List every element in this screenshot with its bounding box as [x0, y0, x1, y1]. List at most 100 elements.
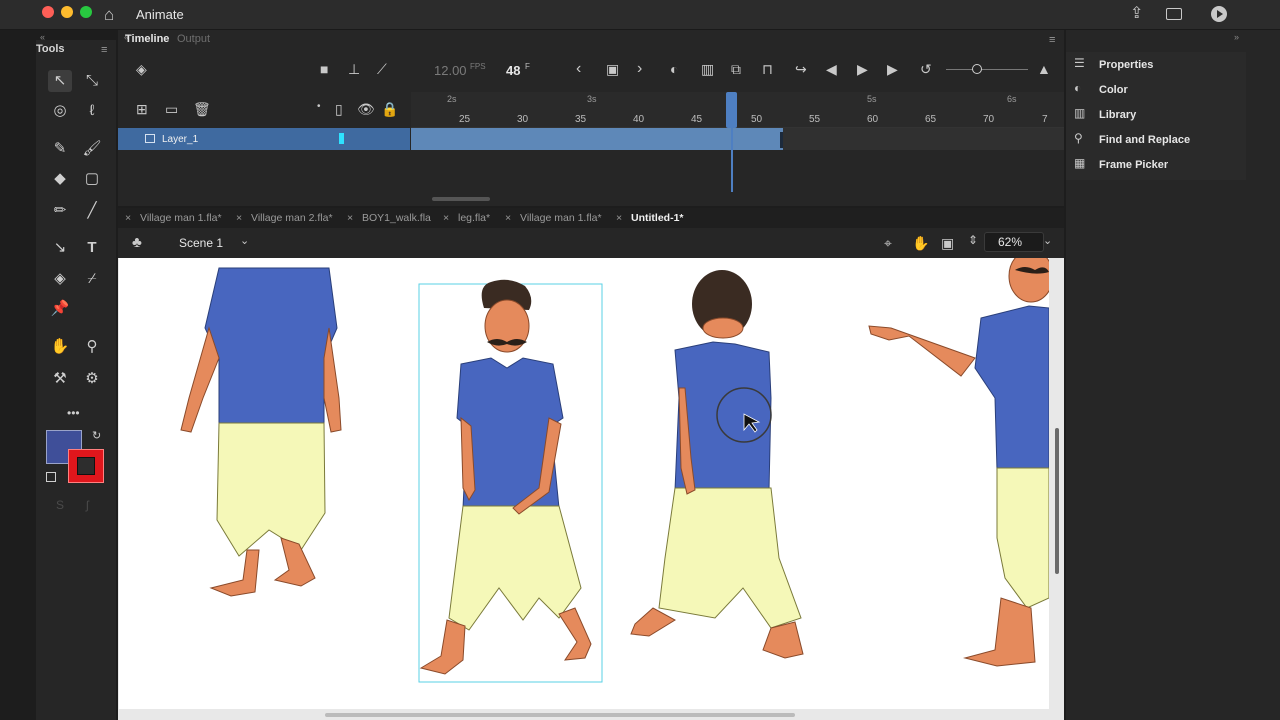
- timeline-menu-icon[interactable]: ≡: [1049, 34, 1055, 46]
- doc-tab[interactable]: Village man 2.fla*: [251, 212, 333, 224]
- current-frame[interactable]: 48: [506, 63, 520, 78]
- frame-zoom-slider[interactable]: [946, 69, 1028, 70]
- eraser-tool-icon[interactable]: ◆: [48, 168, 72, 190]
- eyedropper-tool-icon[interactable]: ⌿: [80, 268, 104, 290]
- more-tools-button[interactable]: •••: [67, 406, 80, 420]
- find-replace-panel-button[interactable]: Find and Replace: [1099, 134, 1190, 146]
- library-panel-button[interactable]: Library: [1099, 109, 1136, 121]
- stage[interactable]: [119, 258, 1049, 709]
- selection-tool-icon[interactable]: ↖: [48, 70, 72, 92]
- free-transform-tool-icon[interactable]: ⤡: [80, 70, 104, 92]
- previous-keyframe-icon[interactable]: ‹: [576, 61, 581, 77]
- zoom-tool-icon[interactable]: ⚲: [80, 336, 104, 358]
- asset-warp-tool-icon[interactable]: ⚙: [80, 368, 104, 390]
- tab-close-icon[interactable]: ×: [443, 212, 449, 224]
- snap-icon[interactable]: S: [56, 498, 64, 512]
- stage-horizontal-scrollbar[interactable]: [325, 713, 795, 717]
- line-tool-icon[interactable]: ╱: [80, 200, 104, 222]
- collapse-dock-icon[interactable]: »: [1234, 32, 1239, 42]
- close-window-button[interactable]: [42, 6, 54, 18]
- zoom-stepper-icon[interactable]: ⇕: [968, 234, 978, 246]
- clip-content-icon[interactable]: ▣: [941, 236, 954, 250]
- rectangle-tool-icon[interactable]: ▢: [80, 168, 104, 190]
- library-icon[interactable]: ▥: [1074, 107, 1085, 119]
- share-icon[interactable]: ⇪: [1130, 6, 1143, 22]
- paint-bucket-tool-icon[interactable]: ◈: [48, 268, 72, 290]
- outline-layer-icon[interactable]: ▯: [335, 102, 343, 116]
- delete-layer-icon[interactable]: 🗑: [193, 102, 211, 116]
- stroke-color-swatch[interactable]: [68, 449, 104, 483]
- color-panel-button[interactable]: Color: [1099, 84, 1128, 96]
- character-back-view[interactable]: [180, 267, 342, 597]
- frame-span[interactable]: [411, 128, 783, 150]
- fps-value[interactable]: 12.00: [434, 63, 467, 78]
- bone-tool-icon[interactable]: ⚒: [48, 368, 72, 390]
- step-forward-icon[interactable]: ▶: [887, 62, 898, 76]
- workspace-icon[interactable]: [1166, 8, 1182, 20]
- chevron-down-icon[interactable]: ⌄: [240, 236, 249, 247]
- create-classic-tween-icon[interactable]: ⧉: [731, 62, 741, 76]
- tab-close-icon[interactable]: ×: [236, 212, 242, 224]
- stage-vertical-scrollbar[interactable]: [1055, 428, 1059, 574]
- minimize-window-button[interactable]: [61, 6, 73, 18]
- smooth-icon[interactable]: ʃ: [86, 498, 89, 512]
- new-folder-icon[interactable]: ▭: [165, 102, 178, 116]
- tab-timeline[interactable]: Timeline: [125, 33, 169, 45]
- tab-close-icon[interactable]: ×: [505, 212, 511, 224]
- lasso-tool-icon[interactable]: ℓ: [80, 100, 104, 122]
- doc-tab-active[interactable]: Untitled-1*: [631, 212, 684, 224]
- layers-icon[interactable]: ◈: [136, 62, 147, 76]
- subselection-tool-icon[interactable]: ↘: [48, 237, 72, 259]
- tools-menu-icon[interactable]: ≡: [101, 44, 107, 56]
- scene-name[interactable]: Scene 1: [179, 236, 223, 250]
- step-back-icon[interactable]: ◀: [826, 62, 837, 76]
- onion-skin-icon[interactable]: ◐: [670, 62, 678, 76]
- insert-blank-keyframe-icon[interactable]: ⊓: [762, 62, 773, 76]
- camera-icon[interactable]: ■: [320, 62, 328, 76]
- graph-icon[interactable]: ⟋: [377, 62, 387, 76]
- timeline-ruler[interactable]: 2s 3s 5s 6s 25 30 35 40 45 50 55 60 65 7…: [411, 92, 1064, 128]
- frame-zoom-handle[interactable]: [972, 64, 982, 74]
- maximize-window-button[interactable]: [80, 6, 92, 18]
- paint-brush-tool-icon[interactable]: ✎: [48, 138, 72, 160]
- timeline-scrollbar[interactable]: [432, 197, 490, 201]
- text-tool-icon[interactable]: T: [80, 237, 104, 259]
- center-stage-icon[interactable]: ⌖: [884, 236, 892, 250]
- playhead-handle[interactable]: [726, 92, 737, 128]
- layer-name[interactable]: Layer_1: [162, 134, 198, 145]
- highlight-layer-icon[interactable]: •: [317, 102, 321, 112]
- tab-output[interactable]: Output: [177, 33, 210, 45]
- new-layer-icon[interactable]: ⊞: [136, 102, 148, 116]
- character-side-view[interactable]: [868, 258, 1049, 667]
- doc-tab[interactable]: BOY1_walk.fla: [362, 212, 431, 224]
- home-icon[interactable]: ⌂: [104, 6, 114, 23]
- zoom-dropdown-icon[interactable]: ⌄: [1043, 236, 1052, 247]
- rotate-hand-icon[interactable]: ✋: [912, 236, 929, 250]
- frame-picker-icon[interactable]: ▦: [1074, 157, 1085, 169]
- tab-close-icon[interactable]: ×: [616, 212, 622, 224]
- test-movie-button[interactable]: [1211, 6, 1227, 22]
- character-front-view[interactable]: [418, 279, 603, 683]
- tab-close-icon[interactable]: ×: [125, 212, 131, 224]
- properties-icon[interactable]: ☰: [1074, 57, 1085, 69]
- doc-tab[interactable]: Village man 1.fla*: [520, 212, 602, 224]
- loop-icon[interactable]: ↪: [795, 62, 807, 76]
- default-colors-icon[interactable]: [46, 472, 56, 482]
- insert-keyframe-icon[interactable]: ▣: [606, 62, 619, 76]
- rewind-icon[interactable]: ↺: [920, 62, 932, 76]
- pin-tool-icon[interactable]: 📌: [48, 298, 72, 320]
- lock-icon[interactable]: 🔒: [381, 102, 398, 116]
- visibility-icon[interactable]: 👁: [357, 102, 375, 116]
- scene-icon[interactable]: ♣: [132, 235, 142, 250]
- next-keyframe-icon[interactable]: ›: [637, 61, 642, 77]
- color-icon[interactable]: ◐: [1074, 82, 1081, 94]
- collapse-tools-icon[interactable]: «: [40, 32, 45, 42]
- character-walk-back-view[interactable]: [630, 270, 804, 659]
- hand-tool-icon[interactable]: ✋: [48, 336, 72, 358]
- brush-tool-icon[interactable]: 🖌: [80, 138, 104, 160]
- play-timeline-icon[interactable]: ▶: [857, 62, 868, 76]
- tab-close-icon[interactable]: ×: [347, 212, 353, 224]
- frame-picker-panel-button[interactable]: Frame Picker: [1099, 159, 1168, 171]
- pencil-tool-icon[interactable]: ✏: [48, 200, 72, 222]
- doc-tab[interactable]: leg.fla*: [458, 212, 490, 224]
